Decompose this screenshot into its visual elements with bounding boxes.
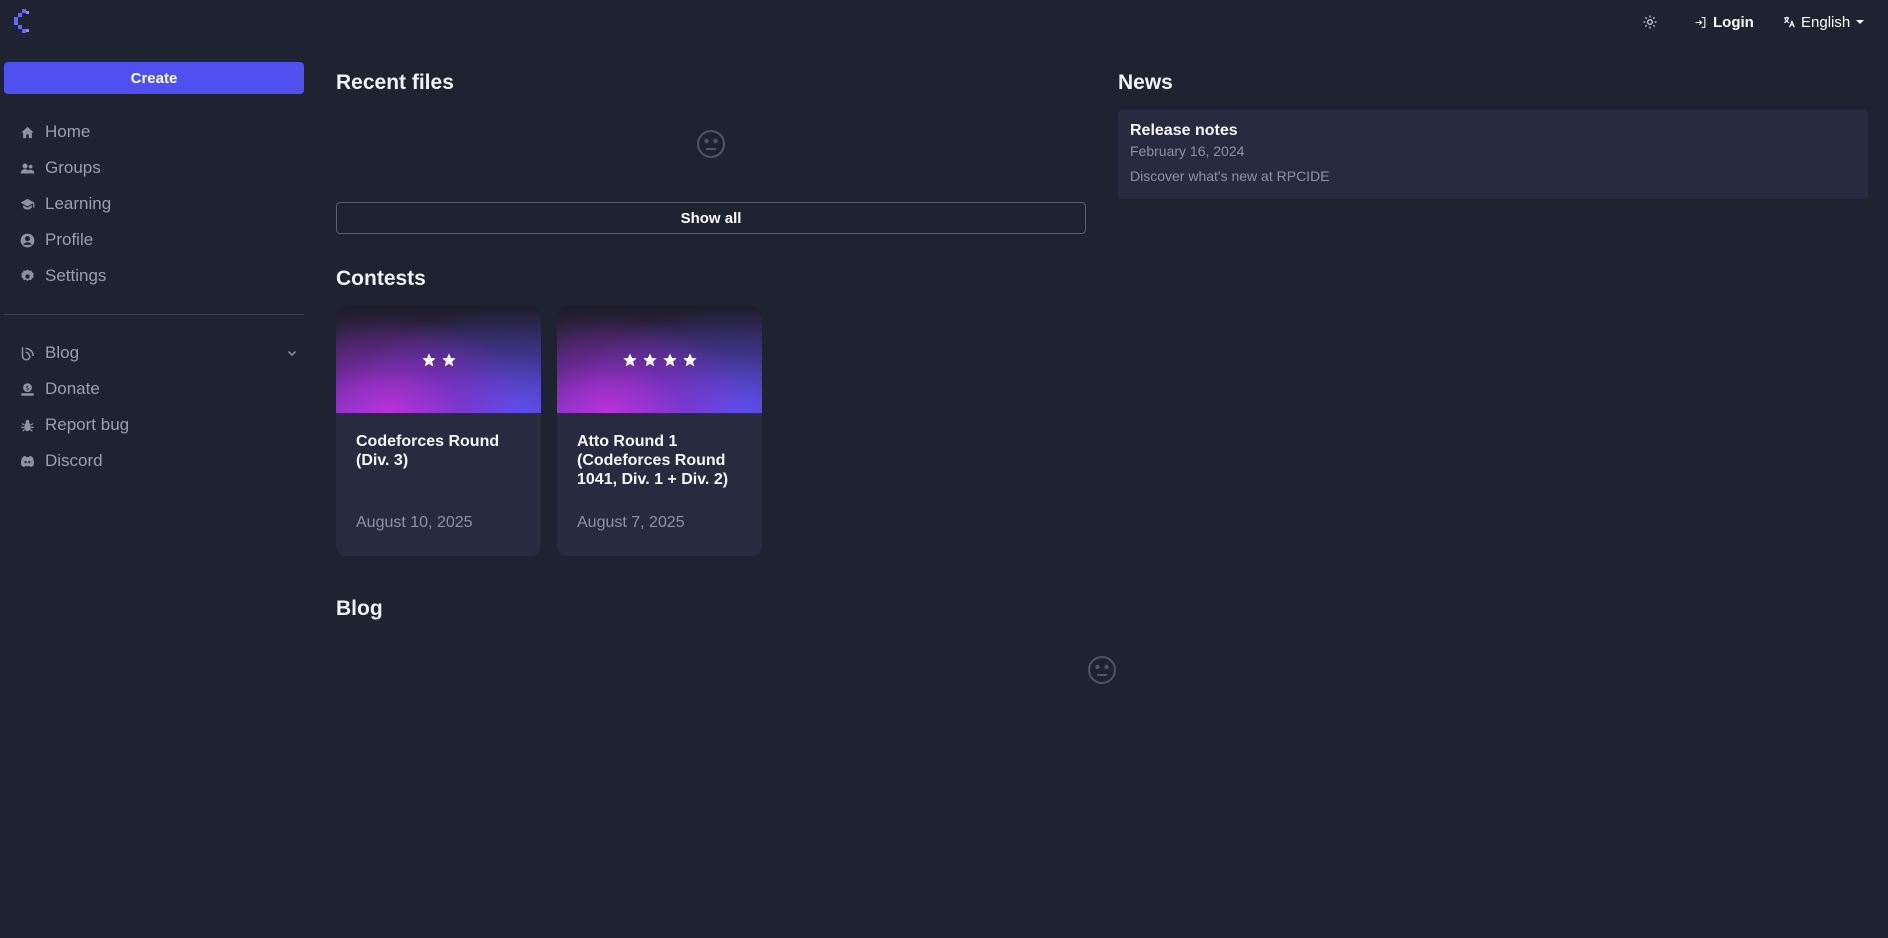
discord-icon — [21, 455, 34, 467]
sidebar-item-donate[interactable]: $ Donate — [0, 371, 310, 407]
sidebar-item-home[interactable]: Home — [0, 114, 310, 150]
contest-card[interactable]: Atto Round 1 (Codeforces Round 1041, Div… — [557, 306, 762, 556]
donate-icon: $ — [21, 382, 34, 396]
sidebar-item-label: Home — [45, 122, 91, 141]
translate-icon — [1784, 16, 1795, 28]
sidebar-item-label: Discord — [45, 451, 103, 470]
sidebar-item-label: Blog — [45, 343, 80, 362]
sidebar-item-label: Profile — [45, 230, 94, 249]
star-icon — [622, 352, 637, 366]
sidebar-item-label: Learning — [45, 194, 112, 213]
svg-text:$: $ — [26, 385, 30, 392]
contest-date: August 7, 2025 — [577, 514, 685, 531]
top-bar: Login English — [0, 0, 1888, 44]
blog-title: Blog — [336, 597, 383, 620]
contest-card[interactable]: Codeforces Round (Div. 3) August 10, 202… — [336, 306, 541, 556]
contest-banner — [557, 306, 762, 413]
news-item-title: Release notes — [1130, 122, 1238, 139]
sidebar-item-blog[interactable]: Blog — [0, 335, 310, 371]
contests-title: Contests — [336, 267, 426, 290]
user-circle-icon — [20, 233, 35, 247]
recent-files-title: Recent files — [336, 71, 454, 94]
star-icon — [682, 352, 697, 366]
login-button[interactable]: Login — [1694, 12, 1754, 32]
chevron-down-icon[interactable] — [286, 347, 298, 359]
sidebar-item-profile[interactable]: Profile — [0, 222, 310, 258]
sidebar-item-report-bug[interactable]: Report bug — [0, 407, 310, 443]
sidebar-item-learning[interactable]: Learning — [0, 186, 310, 222]
contest-title: Codeforces Round (Div. 3) — [356, 433, 500, 469]
contest-date: August 10, 2025 — [356, 514, 473, 531]
news-title: News — [1118, 71, 1173, 94]
bug-icon — [21, 419, 34, 432]
home-icon — [21, 126, 34, 138]
language-label: English — [1801, 13, 1851, 31]
groups-icon — [20, 163, 35, 173]
gear-icon — [21, 269, 34, 281]
news-item-date: February 16, 2024 — [1130, 143, 1245, 159]
sidebar-nav: Home Groups Learning Profile Settings Bl… — [0, 114, 310, 479]
news-card[interactable]: Release notes February 16, 2024 Discover… — [1118, 110, 1868, 199]
empty-face-icon — [697, 130, 725, 158]
sidebar-item-label: Groups — [45, 158, 101, 177]
star-icon — [421, 352, 436, 366]
sidebar-item-label: Report bug — [45, 415, 130, 434]
star-icon — [441, 352, 456, 366]
login-icon — [1695, 16, 1706, 28]
blog-icon — [21, 346, 34, 361]
language-select[interactable]: English — [1782, 12, 1865, 32]
create-button[interactable]: Create — [4, 62, 304, 94]
graduation-cap-icon — [20, 198, 35, 209]
sidebar-item-groups[interactable]: Groups — [0, 150, 310, 186]
sun-icon — [1643, 15, 1657, 29]
sidebar-item-label: Donate — [45, 379, 100, 398]
theme-toggle-button[interactable] — [1640, 12, 1660, 32]
contest-banner — [336, 306, 541, 413]
empty-face-icon — [1088, 656, 1116, 684]
star-icon — [642, 352, 657, 366]
show-all-button[interactable]: Show all — [336, 202, 1086, 234]
login-label: Login — [1713, 13, 1754, 31]
sidebar-item-settings[interactable]: Settings — [0, 258, 310, 294]
sidebar-item-label: Settings — [45, 266, 107, 285]
sidebar-item-discord[interactable]: Discord — [0, 443, 310, 479]
star-icon — [662, 352, 677, 366]
contest-title: Atto Round 1 (Codeforces Round 1041, Div… — [577, 433, 729, 488]
sidebar-divider — [4, 314, 304, 315]
caret-down-icon — [1856, 20, 1865, 24]
news-item-description: Discover what's new at RPCIDE — [1130, 168, 1330, 184]
app-logo-icon[interactable] — [12, 9, 32, 35]
